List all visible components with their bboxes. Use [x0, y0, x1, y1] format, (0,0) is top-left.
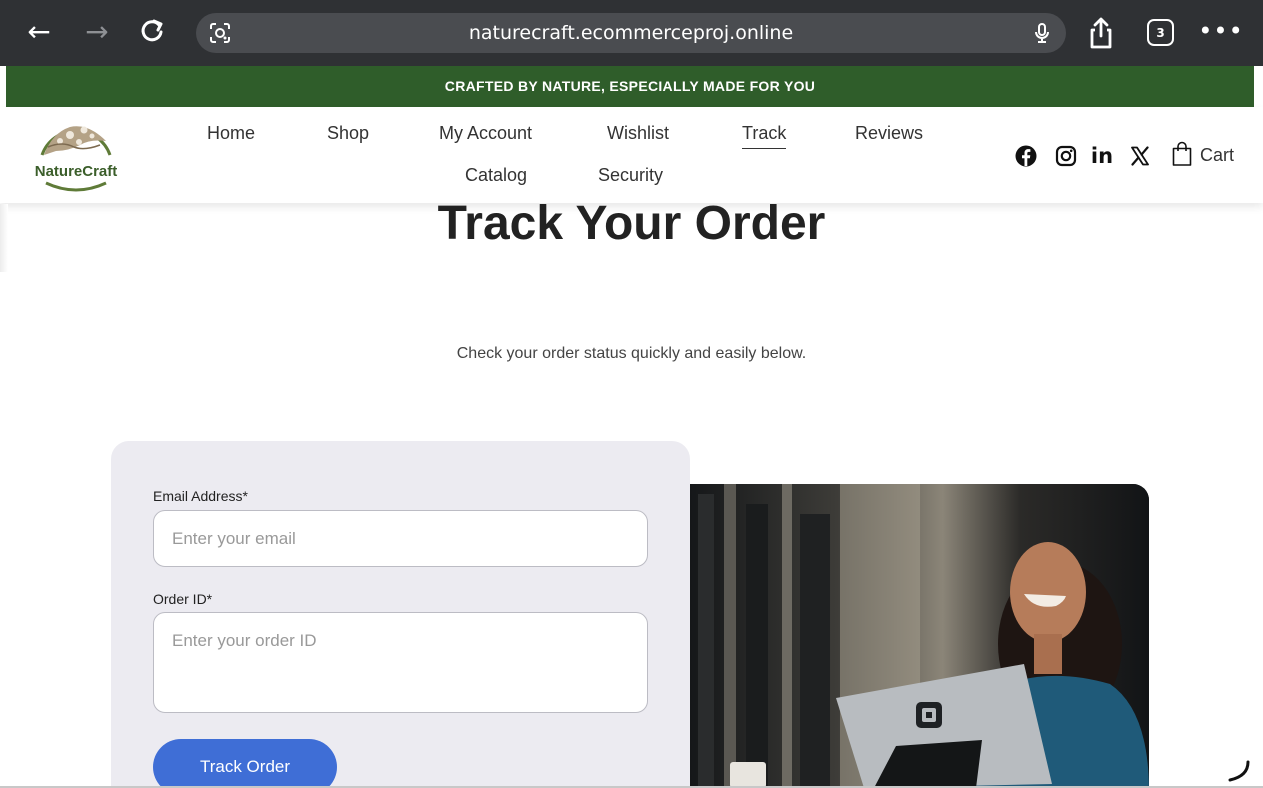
announcement-bar: CRAFTED BY NATURE, ESPECIALLY MADE FOR Y… [6, 66, 1254, 107]
nav-home[interactable]: Home [207, 123, 255, 144]
email-label: Email Address* [153, 488, 248, 504]
forward-arrow-icon[interactable]: → [80, 14, 114, 48]
track-order-form: Email Address* Enter your email Order ID… [111, 441, 690, 788]
order-id-field[interactable]: Enter your order ID [153, 612, 648, 713]
nav-catalog[interactable]: Catalog [465, 165, 527, 186]
back-arrow-icon[interactable]: ← [22, 14, 56, 48]
email-field[interactable]: Enter your email [153, 510, 648, 567]
nav-security[interactable]: Security [598, 165, 663, 186]
logo[interactable]: NatureCraft [26, 111, 126, 199]
facebook-icon[interactable] [1014, 145, 1038, 167]
url-text: naturecraft.ecommerceproj.online [468, 22, 794, 44]
nav-reviews[interactable]: Reviews [855, 123, 923, 144]
nav-shop[interactable]: Shop [327, 123, 369, 144]
x-icon[interactable] [1128, 145, 1152, 167]
linkedin-icon[interactable]: in [1089, 144, 1115, 168]
site-header: NatureCraft Home Shop My Account Wishlis… [0, 107, 1263, 203]
reload-icon[interactable] [135, 14, 169, 48]
nav-wishlist[interactable]: Wishlist [607, 123, 669, 144]
page-title: Track Your Order [437, 197, 826, 250]
tabs-icon[interactable]: 3 [1147, 19, 1174, 46]
page-subtitle: Check your order status quickly and easi… [456, 345, 807, 362]
logo-text: NatureCraft [34, 163, 118, 180]
shopping-bag-icon[interactable] [1170, 140, 1194, 168]
order-id-label: Order ID* [153, 591, 213, 607]
hero-photo [690, 484, 1149, 788]
nav-my-account[interactable]: My Account [439, 123, 532, 144]
address-bar[interactable]: naturecraft.ecommerceproj.online [196, 13, 1066, 53]
loading-spinner-icon [1226, 758, 1252, 784]
cart-link[interactable]: Cart [1200, 145, 1234, 166]
track-order-button[interactable]: Track Order [153, 739, 337, 788]
browser-toolbar: ← → naturecraft.ecommerceproj.online 3 •… [0, 0, 1263, 66]
more-icon[interactable]: ••• [1198, 14, 1242, 48]
microphone-icon[interactable] [1030, 21, 1054, 45]
share-icon[interactable] [1086, 16, 1116, 50]
instagram-icon[interactable] [1054, 145, 1078, 167]
nav-track[interactable]: Track [742, 123, 787, 149]
